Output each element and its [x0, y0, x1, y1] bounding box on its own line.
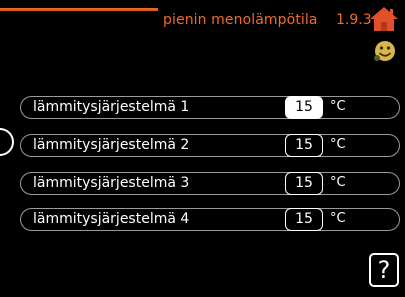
list-item[interactable]: lämmitysjärjestelmä 3 15 °C — [20, 172, 400, 195]
unit-label: °C — [330, 211, 346, 226]
unit-label: °C — [330, 137, 346, 152]
header-divider — [0, 8, 158, 11]
row-label: lämmitysjärjestelmä 3 — [33, 175, 190, 191]
menu-number: 1.9.3 — [336, 12, 372, 28]
row-label: lämmitysjärjestelmä 4 — [33, 211, 190, 227]
page-title: pienin menolämpötila — [163, 12, 318, 28]
help-button[interactable]: ? — [369, 253, 399, 287]
unit-label: °C — [330, 175, 346, 190]
list-item[interactable]: lämmitysjärjestelmä 2 15 °C — [20, 134, 400, 157]
value-field[interactable]: 15 — [285, 172, 323, 195]
row-label: lämmitysjärjestelmä 2 — [33, 137, 190, 153]
smiley-icon — [374, 41, 395, 61]
list-item[interactable]: lämmitysjärjestelmä 1 15 °C — [20, 96, 400, 119]
scroll-indicator — [0, 128, 14, 156]
row-label: lämmitysjärjestelmä 1 — [33, 99, 190, 115]
value-field[interactable]: 15 — [285, 208, 323, 231]
home-icon[interactable] — [369, 6, 399, 32]
value-field[interactable]: 15 — [285, 96, 323, 119]
value-field[interactable]: 15 — [285, 134, 323, 157]
unit-label: °C — [330, 99, 346, 114]
list-item[interactable]: lämmitysjärjestelmä 4 15 °C — [20, 208, 400, 231]
